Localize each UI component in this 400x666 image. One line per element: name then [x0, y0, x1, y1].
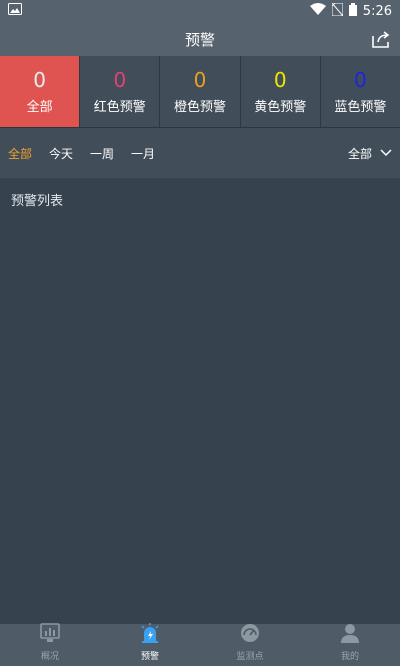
bottom-nav: 概况 预警 监测点 我的 [0, 622, 400, 666]
filter-dropdown[interactable]: 全部 [348, 145, 392, 162]
warning-list: 预警列表 [0, 178, 400, 624]
filter-tab-today[interactable]: 今天 [49, 145, 73, 162]
level-count: 0 [354, 68, 367, 92]
filter-dropdown-value: 全部 [347, 146, 372, 161]
level-tab-all[interactable]: 0 全部 [0, 56, 81, 127]
app-bar: 预警 [0, 22, 400, 56]
nav-item-warning[interactable]: 预警 [100, 622, 200, 666]
filter-tab-all[interactable]: 全部 [8, 145, 32, 162]
share-icon[interactable] [370, 28, 392, 50]
battery-icon [348, 2, 357, 20]
wifi-icon [309, 3, 326, 19]
level-label: 全部 [26, 100, 53, 115]
nav-label: 概况 [40, 652, 59, 662]
level-tab-blue[interactable]: 0 蓝色预警 [321, 56, 400, 127]
status-bar: 5:26 [0, 0, 400, 22]
level-label: 蓝色预警 [334, 100, 387, 115]
user-icon [339, 622, 361, 648]
gauge-icon [239, 622, 261, 648]
chart-icon [39, 622, 61, 648]
warning-level-tabs: 0 全部 0 红色预警 0 橙色预警 0 黄色预警 0 蓝色预警 [0, 56, 400, 128]
level-tab-yellow[interactable]: 0 黄色预警 [241, 56, 321, 127]
level-label: 红色预警 [93, 100, 146, 115]
level-tab-orange[interactable]: 0 橙色预警 [160, 56, 241, 127]
chevron-down-icon [372, 146, 392, 160]
level-tab-red[interactable]: 0 红色预警 [80, 56, 161, 127]
gallery-icon [8, 3, 22, 19]
filter-tab-month[interactable]: 一月 [131, 145, 155, 162]
nav-label: 监测点 [236, 652, 264, 662]
page-title: 预警 [184, 30, 215, 49]
level-count: 0 [193, 68, 207, 92]
status-time: 5:26 [362, 3, 392, 19]
nav-label: 我的 [340, 652, 359, 662]
level-count: 0 [273, 68, 287, 92]
time-filter-bar: 全部 今天 一周 一月 全部 [0, 128, 400, 178]
level-label: 橙色预警 [174, 100, 227, 115]
nav-label: 预警 [140, 652, 159, 662]
list-title: 预警列表 [11, 194, 64, 209]
nav-item-overview[interactable]: 概况 [0, 622, 100, 666]
alarm-icon [139, 622, 161, 648]
filter-tab-week[interactable]: 一周 [90, 145, 114, 162]
level-count: 0 [33, 68, 46, 92]
no-sim-icon [331, 2, 344, 20]
nav-item-monitor-points[interactable]: 监测点 [200, 624, 300, 666]
nav-item-profile[interactable]: 我的 [300, 624, 400, 666]
level-count: 0 [113, 68, 127, 92]
level-label: 黄色预警 [254, 100, 307, 115]
